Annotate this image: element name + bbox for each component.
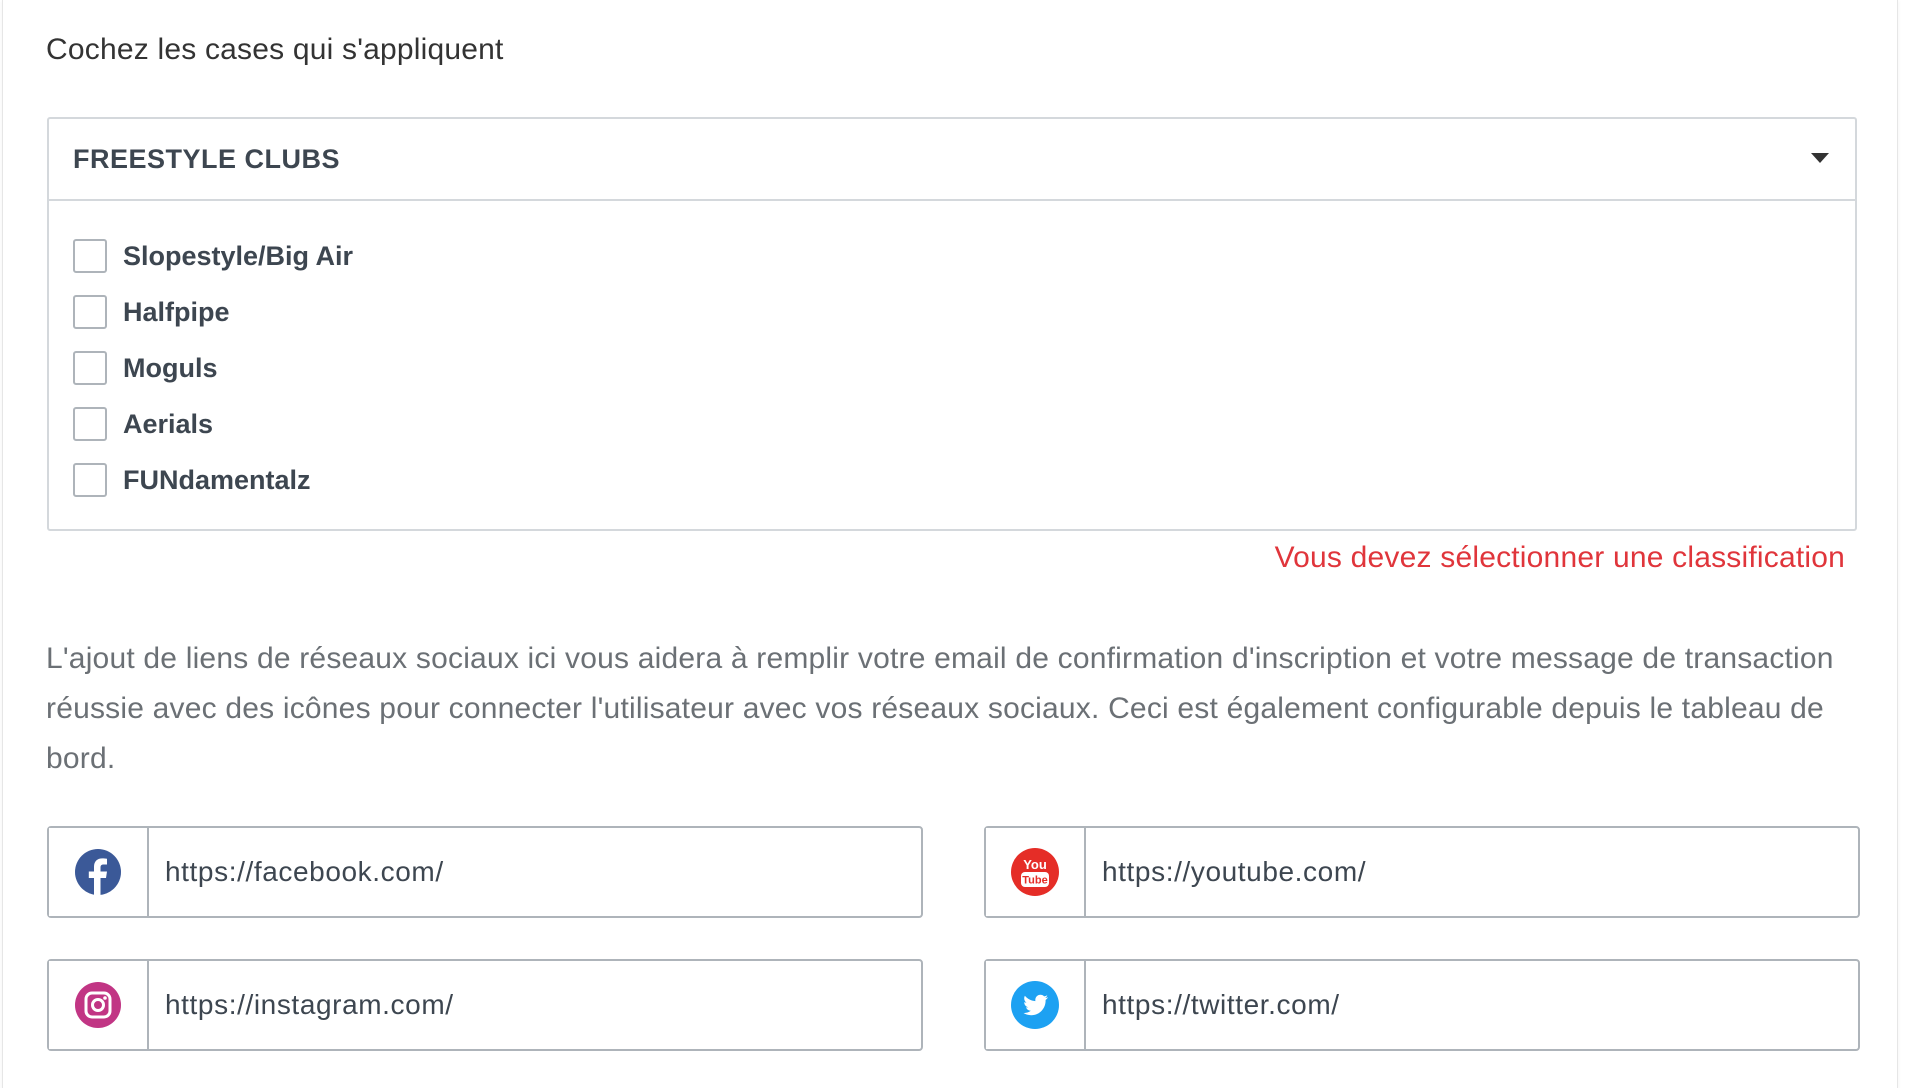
- youtube-icon: You Tube: [1011, 848, 1059, 896]
- validation-error: Vous devez sélectionner une classificati…: [1274, 541, 1845, 574]
- page: Cochez les cases qui s'appliquent FREEST…: [0, 0, 1908, 1088]
- option-label: Slopestyle/Big Air: [123, 241, 354, 271]
- option-label: Moguls: [123, 353, 218, 383]
- youtube-url-input[interactable]: [1086, 828, 1858, 916]
- group-title: FREESTYLE CLUBS: [73, 144, 341, 174]
- facebook-icon: [75, 849, 121, 895]
- twitter-icon-cell: [986, 961, 1086, 1049]
- option-fundamentalz[interactable]: FUNdamentalz: [73, 452, 353, 508]
- option-halfpipe[interactable]: Halfpipe: [73, 284, 353, 340]
- checkbox-aerials[interactable]: [73, 407, 107, 441]
- options-list: Slopestyle/Big Air Halfpipe Moguls Aeria…: [73, 228, 353, 508]
- form-panel: Cochez les cases qui s'appliquent FREEST…: [2, 0, 1898, 1088]
- caret-down-icon[interactable]: [1811, 153, 1829, 163]
- checkbox-moguls[interactable]: [73, 351, 107, 385]
- checkbox-slopestyle[interactable]: [73, 239, 107, 273]
- facebook-icon-cell: [49, 828, 149, 916]
- option-slopestyle[interactable]: Slopestyle/Big Air: [73, 228, 353, 284]
- twitter-url-input[interactable]: [1086, 961, 1858, 1049]
- help-text: L'ajout de liens de réseaux sociaux ici …: [46, 642, 1834, 775]
- youtube-field: You Tube: [984, 826, 1860, 918]
- facebook-field: [47, 826, 923, 918]
- option-moguls[interactable]: Moguls: [73, 340, 353, 396]
- twitter-icon: [1011, 981, 1059, 1029]
- instagram-url-input[interactable]: [149, 961, 921, 1049]
- facebook-url-input[interactable]: [149, 828, 921, 916]
- instagram-icon: [75, 982, 121, 1028]
- checkbox-fundamentalz[interactable]: [73, 463, 107, 497]
- option-aerials[interactable]: Aerials: [73, 396, 353, 452]
- option-label: Halfpipe: [123, 297, 230, 327]
- youtube-icon-text-bottom: Tube: [1022, 875, 1047, 887]
- option-label: Aerials: [123, 409, 214, 439]
- instruction-text: Cochez les cases qui s'appliquent: [46, 33, 504, 66]
- instagram-icon-cell: [49, 961, 149, 1049]
- option-label: FUNdamentalz: [123, 465, 311, 495]
- instagram-field: [47, 959, 923, 1051]
- twitter-field: [984, 959, 1860, 1051]
- youtube-icon-text-top: You: [1023, 857, 1047, 872]
- checkbox-halfpipe[interactable]: [73, 295, 107, 329]
- youtube-icon-cell: You Tube: [986, 828, 1086, 916]
- group-header[interactable]: FREESTYLE CLUBS: [49, 119, 1855, 201]
